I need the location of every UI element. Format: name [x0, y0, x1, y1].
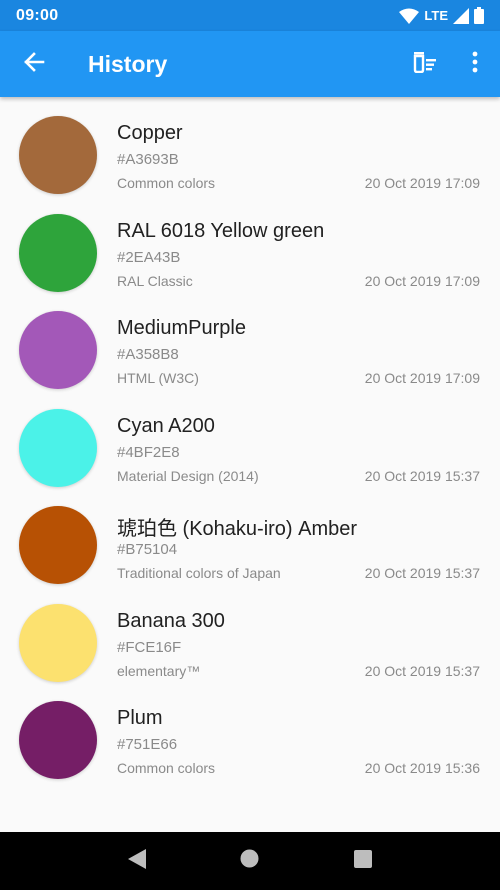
color-hex: #A3693B [117, 151, 179, 168]
app-bar: History [0, 31, 500, 97]
nav-back-button[interactable] [107, 832, 167, 890]
network-type: LTE [424, 8, 448, 23]
color-swatch [19, 506, 97, 584]
more-options-button[interactable] [450, 31, 500, 97]
color-swatch [19, 213, 97, 292]
list-item[interactable]: RAL 6018 Yellow green #2EA43B RAL Classi… [0, 205, 500, 303]
clear-history-button[interactable] [400, 31, 450, 97]
color-date: 20 Oct 2019 15:37 [364, 662, 480, 679]
list-item[interactable]: Plum #751E66 Common colors 20 Oct 2019 1… [0, 692, 500, 790]
color-source: Traditional colors of Japan [117, 565, 281, 581]
clear-history-icon [412, 51, 438, 78]
more-vert-icon [472, 51, 478, 78]
color-source: Common colors [117, 175, 216, 191]
nav-home-button[interactable] [220, 832, 280, 890]
color-date: 20 Oct 2019 15:37 [364, 565, 480, 581]
list-item[interactable]: Cyan A200 #4BF2E8 Material Design (2014)… [0, 400, 500, 498]
nav-recents-button[interactable] [333, 832, 393, 890]
color-name: Banana 300 [117, 609, 225, 632]
signal-icon [453, 7, 469, 24]
color-source: Material Design (2014) [117, 467, 259, 484]
color-hex: #B75104 [117, 541, 178, 558]
color-source: RAL Classic [117, 272, 193, 289]
color-source: elementary™ [117, 662, 201, 679]
color-hex: #2EA43B [117, 248, 181, 266]
color-name: 琥珀色 (Kohaku-iro) Amber [117, 518, 358, 540]
color-swatch [19, 408, 97, 487]
color-hex: #4BF2E8 [117, 443, 180, 461]
history-list[interactable]: Copper #A3693B Common colors 20 Oct 2019… [0, 97, 500, 832]
back-arrow-icon [23, 51, 45, 78]
app-bar-actions [400, 31, 500, 97]
status-bar: 09:00 LTE [0, 0, 500, 31]
back-button[interactable] [0, 31, 68, 97]
list-item[interactable]: Banana 300 #FCE16F elementary™ 20 Oct 20… [0, 595, 500, 693]
color-date: 20 Oct 2019 15:37 [364, 467, 480, 484]
color-hex: #FCE16F [117, 638, 182, 656]
back-triangle-icon [127, 848, 146, 874]
color-date: 20 Oct 2019 17:09 [364, 175, 480, 191]
list-item[interactable]: MediumPurple #A358B8 HTML (W3C) 20 Oct 2… [0, 302, 500, 400]
color-swatch [19, 116, 97, 194]
page-title: History [88, 50, 168, 77]
color-swatch [19, 603, 97, 682]
battery-icon [474, 7, 484, 24]
system-nav-bar [0, 832, 500, 890]
recents-square-icon [354, 849, 373, 873]
color-name: Copper [117, 122, 183, 144]
color-date: 20 Oct 2019 17:09 [364, 370, 480, 386]
color-swatch [19, 311, 97, 389]
color-source: Common colors [117, 760, 216, 776]
color-source: HTML (W3C) [117, 370, 199, 386]
color-name: Plum [117, 707, 163, 729]
status-time: 09:00 [16, 6, 59, 24]
color-hex: #751E66 [117, 736, 178, 753]
color-date: 20 Oct 2019 17:09 [364, 272, 480, 289]
color-date: 20 Oct 2019 15:36 [364, 760, 480, 776]
list-item[interactable]: Copper #A3693B Common colors 20 Oct 2019… [0, 107, 500, 205]
color-name: Cyan A200 [117, 414, 215, 437]
color-name: RAL 6018 Yellow green [117, 219, 325, 242]
color-name: MediumPurple [117, 317, 246, 339]
wifi-icon [399, 8, 420, 24]
color-swatch [19, 701, 97, 779]
list-item[interactable]: 琥珀色 (Kohaku-iro) Amber #B75104 Tradition… [0, 497, 500, 595]
status-icons: LTE [399, 7, 484, 24]
color-hex: #A358B8 [117, 346, 179, 363]
home-circle-icon [240, 849, 259, 873]
